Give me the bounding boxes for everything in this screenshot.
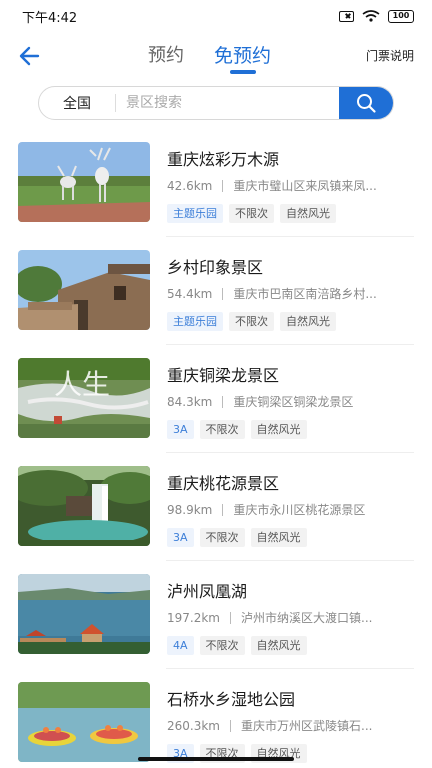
- tab-no-reservation[interactable]: 免预约: [214, 34, 271, 78]
- wifi-icon: [362, 10, 380, 22]
- scenic-spot-name: 泸州凤凰湖: [167, 582, 248, 601]
- search-input[interactable]: [116, 87, 339, 119]
- scenic-spot-item[interactable]: 泸州凤凰湖 197.2km 泸州市纳溪区大渡口镇... 4A 不限次 自然风光: [0, 560, 432, 668]
- search-icon: [357, 94, 376, 113]
- scenic-spot-thumbnail: [18, 574, 150, 654]
- nav-bar: 预约 免预约 门票说明: [0, 34, 432, 78]
- scenic-spot-distance: 260.3km: [167, 718, 220, 733]
- scenic-spot-meta: 197.2km 泸州市纳溪区大渡口镇...: [167, 609, 415, 626]
- tag-scenery: 自然风光: [250, 528, 307, 547]
- meta-divider: [222, 395, 224, 408]
- scenic-spot-tags: 3A 不限次 自然风光: [167, 420, 307, 439]
- scenic-spot-list: 重庆炫彩万木源 42.6km 重庆市璧山区来凤镇来凤... 主题乐园 不限次 自…: [0, 128, 432, 768]
- meta-divider: [222, 179, 224, 192]
- scenic-spot-distance: 42.6km: [167, 178, 213, 193]
- scenic-spot-thumbnail: [18, 250, 150, 330]
- scenic-spot-tags: 主题乐园 不限次 自然风光: [167, 204, 336, 223]
- scenic-spot-tags: 4A 不限次 自然风光: [167, 636, 307, 655]
- tag-category: 主题乐园: [167, 204, 223, 223]
- tag-scenery: 自然风光: [250, 636, 307, 655]
- scenic-spot-address: 重庆市巴南区南涪路乡村...: [233, 287, 377, 301]
- scenic-spot-address: 重庆市万州区武陵镇石...: [241, 719, 373, 733]
- scenic-spot-name: 重庆炫彩万木源: [167, 150, 280, 169]
- meta-divider: [230, 611, 231, 624]
- status-bar: 下午4:42 100: [0, 0, 432, 32]
- tag-unlimited: 不限次: [229, 204, 274, 223]
- scenic-spot-meta: 54.4km 重庆市巴南区南涪路乡村...: [167, 285, 415, 302]
- tag-unlimited: 不限次: [199, 420, 245, 439]
- scenic-spot-address: 重庆铜梁区铜梁龙景区: [233, 395, 354, 409]
- no-sim-icon: [339, 10, 354, 22]
- region-selector[interactable]: 全国: [39, 93, 115, 113]
- tag-scenery: 自然风光: [280, 204, 336, 223]
- tag-rating: 3A: [167, 420, 194, 439]
- scenic-spot-distance: 197.2km: [167, 610, 220, 625]
- scenic-spot-tags: 3A 不限次 自然风光: [167, 528, 307, 547]
- tag-unlimited: 不限次: [199, 636, 245, 655]
- scenic-spot-thumbnail: [18, 682, 150, 762]
- scenic-spot-tags: 主题乐园 不限次 自然风光: [167, 312, 336, 331]
- search-bar: 全国: [38, 86, 394, 120]
- tab-bar: 预约 免预约: [148, 34, 271, 78]
- scenic-spot-meta: 98.9km 重庆市永川区桃花源景区: [167, 501, 415, 518]
- search-button[interactable]: [339, 87, 393, 119]
- scenic-spot-thumbnail: [18, 142, 150, 222]
- scenic-spot-item[interactable]: 乡村印象景区 54.4km 重庆市巴南区南涪路乡村... 主题乐园 不限次 自然…: [0, 236, 432, 344]
- tab-reservation[interactable]: 预约: [148, 34, 184, 78]
- scenic-spot-name: 石桥水乡湿地公园: [167, 690, 296, 709]
- scenic-spot-meta: 260.3km 重庆市万州区武陵镇石...: [167, 717, 415, 734]
- scenic-spot-thumbnail: 人生: [18, 358, 150, 438]
- home-indicator[interactable]: [138, 757, 294, 761]
- tag-unlimited: 不限次: [199, 528, 245, 547]
- scenic-spot-address: 泸州市纳溪区大渡口镇...: [241, 611, 373, 625]
- meta-divider: [222, 503, 224, 516]
- status-time: 下午4:42: [22, 10, 78, 26]
- tag-unlimited: 不限次: [229, 312, 274, 331]
- thumbnail-overlay-text: 人生: [54, 368, 110, 401]
- ticket-info-link[interactable]: 门票说明: [366, 34, 414, 78]
- tag-category: 主题乐园: [167, 312, 223, 331]
- meta-divider: [222, 287, 224, 300]
- tag-rating: 4A: [167, 636, 194, 655]
- tag-scenery: 自然风光: [280, 312, 336, 331]
- battery-icon: 100: [388, 9, 414, 23]
- scenic-spot-distance: 84.3km: [167, 394, 213, 409]
- scenic-spot-thumbnail: [18, 466, 150, 546]
- scenic-spot-meta: 84.3km 重庆铜梁区铜梁龙景区: [167, 393, 415, 410]
- tag-rating: 3A: [167, 528, 194, 547]
- scenic-spot-item[interactable]: 重庆桃花源景区 98.9km 重庆市永川区桃花源景区 3A 不限次 自然风光: [0, 452, 432, 560]
- scenic-spot-address: 重庆市璧山区来凤镇来凤...: [233, 179, 377, 193]
- tag-scenery: 自然风光: [250, 420, 307, 439]
- scenic-spot-distance: 98.9km: [167, 502, 213, 517]
- scenic-spot-item[interactable]: 石桥水乡湿地公园 260.3km 重庆市万州区武陵镇石... 3A 不限次 自然…: [0, 668, 432, 768]
- scenic-spot-item[interactable]: 人生 重庆铜梁龙景区 84.3km 重庆铜梁区铜梁龙景区 3A 不限次 自然风光: [0, 344, 432, 452]
- scenic-spot-name: 重庆铜梁龙景区: [167, 366, 280, 385]
- scenic-spot-name: 乡村印象景区: [167, 258, 264, 277]
- scenic-spot-name: 重庆桃花源景区: [167, 474, 280, 493]
- scenic-spot-meta: 42.6km 重庆市璧山区来凤镇来凤...: [167, 177, 415, 194]
- scenic-spot-item[interactable]: 重庆炫彩万木源 42.6km 重庆市璧山区来凤镇来凤... 主题乐园 不限次 自…: [0, 128, 432, 236]
- status-icons: 100: [339, 9, 414, 23]
- scenic-spot-address: 重庆市永川区桃花源景区: [233, 503, 366, 517]
- meta-divider: [230, 719, 231, 732]
- scenic-spot-distance: 54.4km: [167, 286, 213, 301]
- back-arrow-icon[interactable]: [18, 42, 48, 70]
